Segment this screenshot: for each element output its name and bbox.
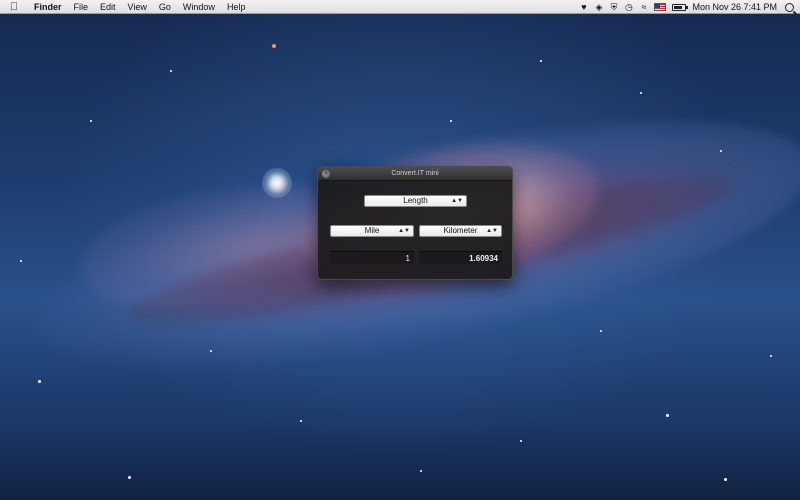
dropbox-icon[interactable]: ◈	[594, 0, 603, 14]
from-unit-select[interactable]: Mile ▲▼	[330, 225, 414, 237]
window-titlebar[interactable]: × Convert.IT mini	[318, 167, 512, 181]
bright-star	[262, 168, 292, 198]
menu-go[interactable]: Go	[153, 0, 177, 14]
star	[210, 350, 212, 352]
star	[20, 260, 22, 262]
menu-bar:  Finder File Edit View Go Window Help ♥…	[0, 0, 800, 14]
star	[90, 120, 92, 122]
star	[38, 380, 41, 383]
search-icon[interactable]	[785, 2, 794, 12]
star	[640, 92, 642, 94]
from-unit-label: Mile	[364, 226, 380, 235]
menu-file[interactable]: File	[68, 0, 95, 14]
category-select[interactable]: Length ▲▼	[364, 195, 467, 207]
menu-clock[interactable]: Mon Nov 26 7:41 PM	[692, 0, 777, 14]
star	[420, 470, 422, 472]
updown-chevron-icon: ▲▼	[451, 198, 463, 204]
star	[720, 150, 722, 152]
wifi-icon[interactable]: ≈	[639, 0, 648, 14]
to-value-output[interactable]: 1.60934	[419, 251, 502, 264]
menu-window[interactable]: Window	[177, 0, 221, 14]
star	[540, 60, 542, 62]
star	[666, 414, 669, 417]
star	[724, 478, 727, 481]
star	[600, 330, 602, 332]
menu-edit[interactable]: Edit	[94, 0, 122, 14]
to-unit-select[interactable]: Kilometer ▲▼	[419, 225, 502, 237]
star	[272, 44, 276, 48]
battery-icon[interactable]	[672, 3, 689, 11]
star	[770, 355, 772, 357]
apple-icon[interactable]: 	[0, 0, 28, 14]
menu-help[interactable]: Help	[221, 0, 252, 14]
updown-chevron-icon: ▲▼	[398, 228, 410, 234]
star	[520, 440, 522, 442]
shield-icon[interactable]: ⛨	[609, 0, 618, 14]
to-unit-label: Kilometer	[443, 226, 478, 235]
updown-chevron-icon: ▲▼	[486, 228, 498, 234]
menu-view[interactable]: View	[122, 0, 153, 14]
star	[128, 476, 131, 479]
heart-icon[interactable]: ♥	[579, 0, 588, 14]
star	[450, 120, 452, 122]
from-value-input[interactable]: 1	[330, 251, 414, 264]
converter-window: × Convert.IT mini Length ▲▼ Mile ▲▼ Kilo…	[317, 166, 513, 280]
star	[170, 70, 172, 72]
window-title: Convert.IT mini	[391, 170, 439, 177]
menu-extras: ♥ ◈ ⛨ ◷ ≈ Mon Nov 26 7:41 PM	[579, 0, 794, 14]
timemachine-icon[interactable]: ◷	[624, 0, 633, 14]
flag-icon[interactable]	[654, 3, 667, 11]
star	[300, 420, 302, 422]
menu-app-name[interactable]: Finder	[28, 0, 68, 14]
category-select-label: Length	[403, 196, 428, 205]
